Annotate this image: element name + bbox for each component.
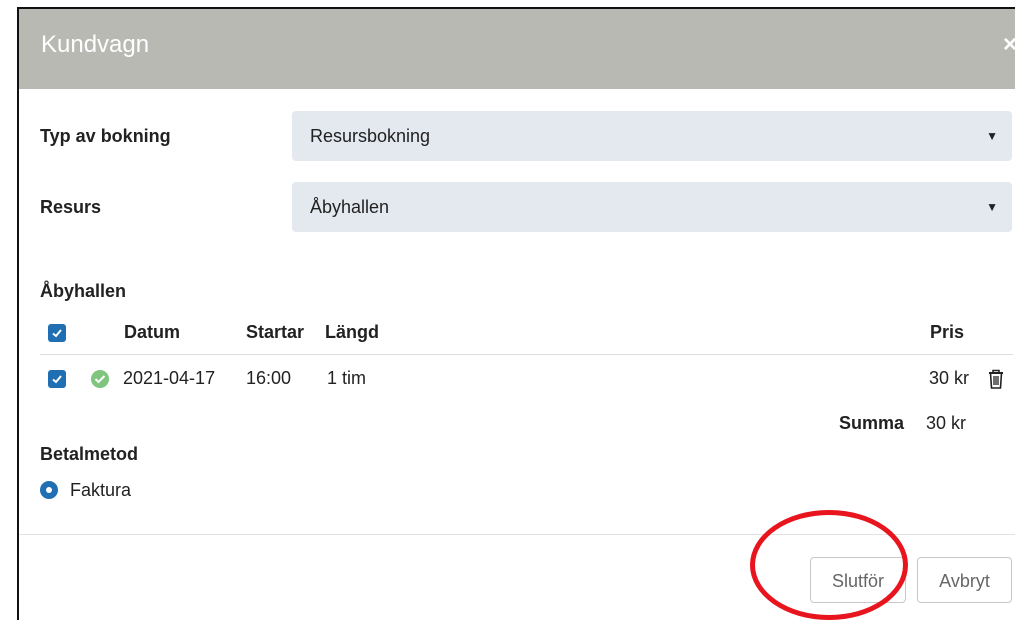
sum-label: Summa <box>839 413 905 433</box>
column-header-start: Startar <box>246 322 305 342</box>
column-header-date: Datum <box>124 322 181 342</box>
payment-option-label: Faktura <box>70 480 132 500</box>
row-divider <box>40 354 1013 355</box>
check-icon <box>52 375 62 384</box>
payment-method-label: Betalmetod <box>40 444 139 464</box>
trash-icon[interactable] <box>987 368 1005 390</box>
footer-divider <box>19 534 1015 535</box>
payment-radio-invoice[interactable] <box>40 481 58 499</box>
column-header-price: Pris <box>930 322 965 342</box>
check-icon <box>52 329 62 338</box>
dialog-header: Kundvagn × <box>19 9 1015 89</box>
resource-value: Åbyhallen <box>310 197 390 217</box>
chevron-down-icon: ▼ <box>986 200 998 214</box>
chevron-down-icon: ▼ <box>986 129 998 143</box>
check-circle-icon <box>91 370 109 388</box>
row-length: 1 tim <box>327 368 367 388</box>
finish-button[interactable]: Slutför <box>810 557 906 603</box>
close-icon[interactable]: × <box>1003 31 1015 59</box>
column-header-length: Längd <box>325 322 379 342</box>
resource-label: Resurs <box>40 197 102 217</box>
sum-value: 30 kr <box>926 413 967 433</box>
row-price: 30 kr <box>929 368 970 388</box>
cancel-button[interactable]: Avbryt <box>917 557 1012 603</box>
booking-type-select[interactable]: Resursbokning ▼ <box>292 111 1012 161</box>
select-all-checkbox[interactable] <box>48 324 66 342</box>
resource-select[interactable]: Åbyhallen ▼ <box>292 182 1012 232</box>
dialog-title: Kundvagn <box>41 31 150 58</box>
booking-type-label: Typ av bokning <box>40 126 171 146</box>
cart-dialog: Kundvagn × Typ av bokning Resursbokning … <box>17 7 1015 620</box>
row-date: 2021-04-17 <box>123 368 216 388</box>
row-start: 16:00 <box>246 368 292 388</box>
section-title: Åbyhallen <box>40 281 127 301</box>
booking-type-value: Resursbokning <box>310 126 431 146</box>
row-checkbox[interactable] <box>48 370 66 388</box>
